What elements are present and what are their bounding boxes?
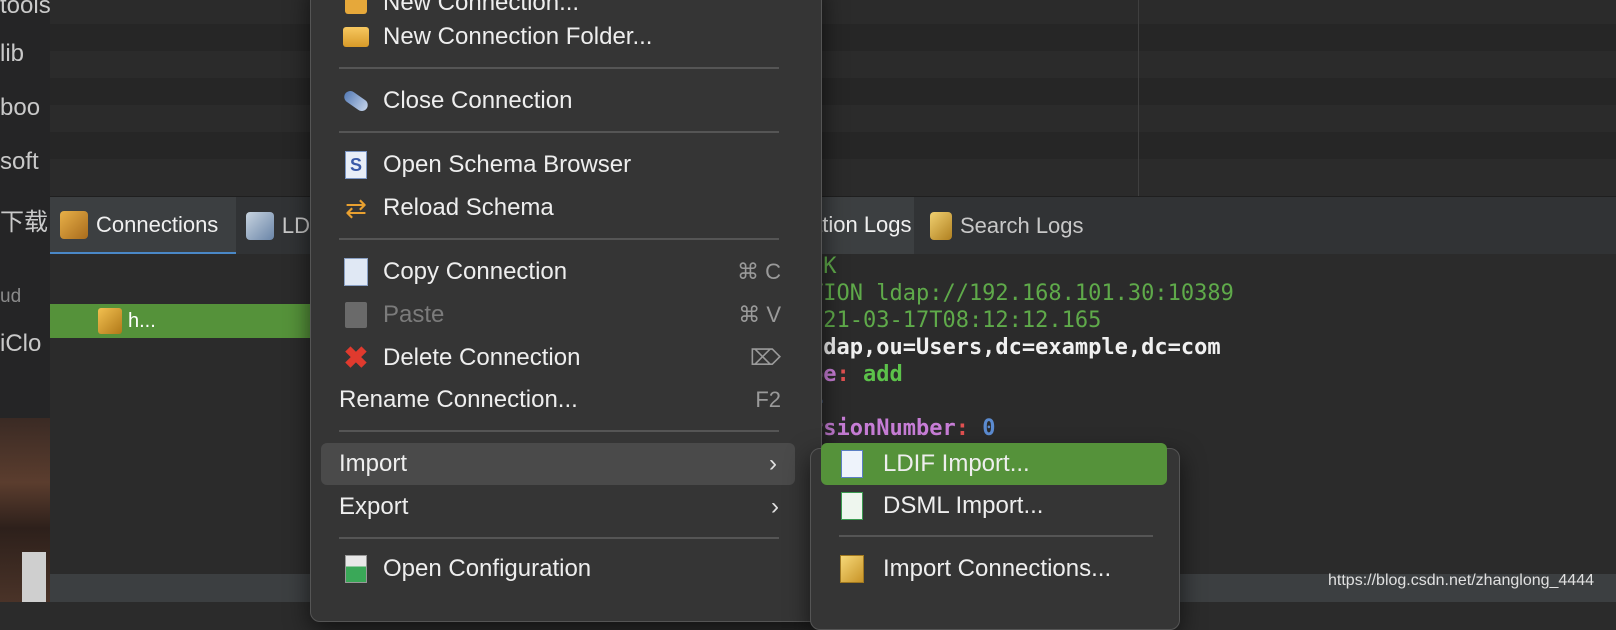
finder-item-boo[interactable]: boo [0, 94, 40, 122]
log-line: .dap,ou=Users,dc=example,dc=com [810, 335, 1221, 360]
menu-dsml-import[interactable]: DSML Import... [811, 486, 1179, 526]
folder-icon [341, 22, 371, 52]
menu-rename-connection[interactable]: Rename Connection... F2 [311, 380, 821, 420]
import-connections-icon [837, 554, 867, 584]
view-tab-bar: Connections LD ation Logs Search Logs [50, 196, 1616, 255]
dsml-file-icon [837, 491, 867, 521]
menu-delete-connection-label: Delete Connection [383, 344, 581, 371]
menu-paste-label: Paste [383, 301, 445, 328]
editor-row [50, 78, 1616, 105]
menu-separator [339, 537, 779, 539]
schema-icon: S [341, 150, 371, 180]
menu-open-configuration-label: Open Configuration [383, 555, 592, 582]
finder-item-soft[interactable]: soft [0, 148, 39, 176]
log-line: TION ldap://192.168.101.30:10389 [810, 281, 1234, 306]
configuration-icon [341, 554, 371, 584]
delete-icon: ✖ [343, 341, 369, 375]
finder-item-downloads[interactable]: 下载 [0, 202, 48, 237]
menu-reload-schema-label: Reload Schema [383, 194, 554, 221]
watermark: https://blog.csdn.net/zhanglong_4444 [1328, 572, 1594, 589]
menu-close-connection[interactable]: Close Connection [311, 81, 821, 121]
menu-reload-schema[interactable]: ⇄ Reload Schema [311, 188, 821, 228]
menu-separator [339, 430, 779, 432]
log-line: 021-03-17T08:12:12.165 [810, 308, 1102, 333]
paste-icon [341, 300, 371, 330]
editor-divider [1138, 0, 1139, 196]
chevron-right-icon: › [769, 450, 777, 477]
menu-open-schema-browser[interactable]: S Open Schema Browser [311, 145, 821, 185]
editor-row [50, 132, 1616, 159]
menu-separator [339, 131, 779, 133]
search-logs-icon [930, 212, 952, 240]
menu-export-label: Export [339, 493, 409, 520]
ldap-connections-icon [60, 210, 88, 239]
menu-ldif-import-label: LDIF Import... [883, 450, 1030, 477]
rename-shortcut: F2 [755, 387, 781, 412]
editor-area [50, 0, 1616, 196]
menu-new-connection-folder[interactable]: New Connection Folder... [311, 17, 821, 57]
copy-shortcut: ⌘ C [737, 259, 781, 284]
menu-import-label: Import [339, 450, 408, 477]
tab-ldap-browser-label: LD [281, 213, 310, 238]
tab-connections-label: Connections [96, 211, 219, 237]
ldap-connection-icon [98, 308, 122, 334]
disconnect-icon [341, 86, 371, 116]
menu-import-connections-label: Import Connections... [883, 555, 1112, 582]
menu-delete-connection[interactable]: ✖ Delete Connection ⌦ [311, 338, 821, 378]
import-submenu: LDIF Import... DSML Import... Import Con… [810, 443, 1180, 630]
copy-icon [341, 257, 371, 287]
menu-rename-connection-label: Rename Connection... [339, 386, 578, 413]
menu-separator [339, 238, 779, 240]
menu-separator [839, 535, 1153, 537]
chevron-right-icon: › [771, 493, 779, 520]
menu-close-connection-label: Close Connection [383, 87, 573, 114]
ldap-browser-icon [246, 212, 274, 240]
menu-new-connection-folder-label: New Connection Folder... [383, 23, 653, 50]
menu-new-connection-label: New Connection... [383, 0, 580, 16]
menu-import[interactable]: Import › [321, 443, 795, 485]
new-connection-icon [341, 0, 371, 18]
menu-dsml-import-label: DSML Import... [883, 492, 1044, 519]
tab-search-logs-label: Search Logs [960, 213, 1084, 238]
connection-name: h... [128, 309, 156, 332]
tab-modification-logs-label: ation Logs [810, 211, 912, 237]
menu-copy-connection-label: Copy Connection [383, 258, 568, 285]
finder-item-tools[interactable]: tools [0, 0, 50, 20]
finder-item-icloud[interactable]: iClo [0, 330, 41, 358]
menu-open-configuration[interactable]: Open Configuration [311, 549, 821, 589]
finder-item-lib[interactable]: lib [0, 40, 24, 68]
menu-ldif-import[interactable]: LDIF Import... [821, 443, 1167, 485]
tab-ldap-browser[interactable]: LD [240, 197, 310, 255]
tab-connections[interactable]: Connections [50, 197, 236, 255]
log-line: pe: add [810, 362, 903, 387]
menu-separator [339, 67, 779, 69]
delete-shortcut: ⌦ [749, 345, 781, 370]
menu-import-connections[interactable]: Import Connections... [811, 549, 1179, 589]
connections-panel: h... [50, 254, 310, 602]
window-thumbnail [22, 552, 46, 602]
reload-icon: ⇄ [345, 192, 367, 223]
menu-paste[interactable]: Paste ⌘ V [311, 295, 821, 335]
menu-export[interactable]: Export › [311, 487, 821, 527]
menu-open-schema-browser-label: Open Schema Browser [383, 151, 632, 178]
tab-search-logs[interactable]: Search Logs [918, 197, 1118, 255]
log-line: rsionNumber: 0 [810, 416, 996, 441]
paste-shortcut: ⌘ V [738, 302, 781, 327]
ldif-file-icon [837, 449, 867, 479]
editor-row [50, 24, 1616, 51]
menu-copy-connection[interactable]: Copy Connection ⌘ C [311, 252, 821, 292]
finder-section-label: ud [0, 286, 22, 307]
finder-sidebar: tools lib boo soft 下载 ud iClo [0, 0, 50, 602]
connection-context-menu: New Connection... New Connection Folder.… [310, 0, 822, 622]
connection-row[interactable]: h... [50, 304, 310, 338]
